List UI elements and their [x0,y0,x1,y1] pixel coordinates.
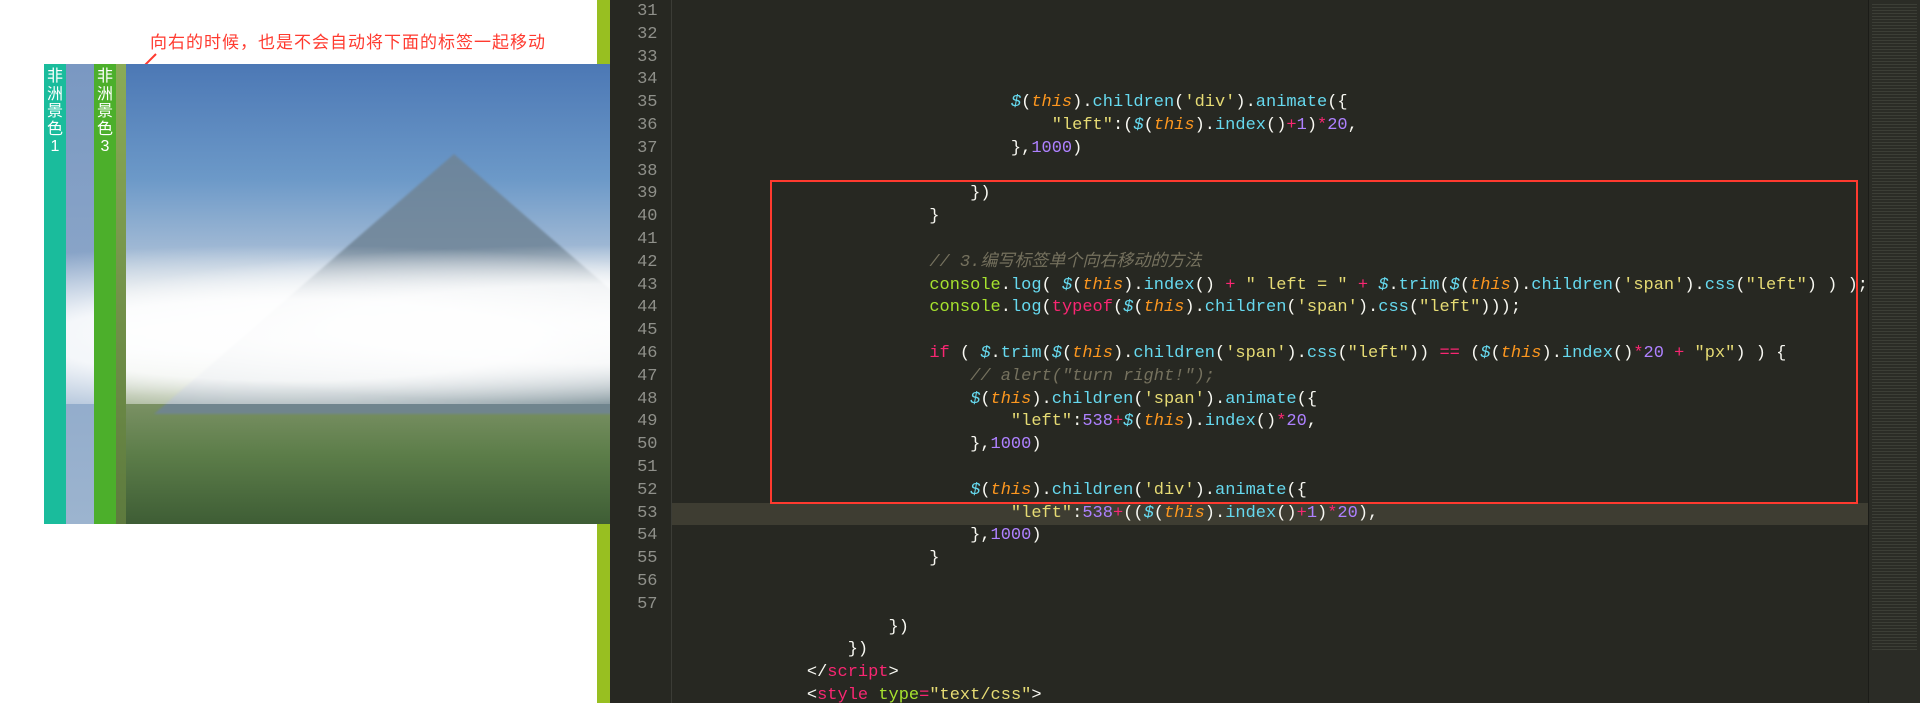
code-line[interactable] [684,571,1868,594]
code-line[interactable]: console.log( $(this).index() + " left = … [684,275,1868,298]
code-line[interactable] [684,229,1868,252]
code-line[interactable]: },1000) [684,434,1868,457]
code-line[interactable]: $(this).children('span').animate({ [684,389,1868,412]
editor-line-numbers: 3132333435363738394041424344454647484950… [610,0,672,703]
code-line[interactable]: },1000) [684,525,1868,548]
code-line[interactable]: "left":538+$(this).index()*20, [684,411,1868,434]
code-line[interactable] [684,457,1868,480]
code-line[interactable]: }) [684,183,1868,206]
slider-tab-1[interactable]: 非洲景色1 [44,64,66,524]
code-line[interactable] [684,320,1868,343]
code-editor[interactable]: 3132333435363738394041424344454647484950… [610,0,1920,703]
slider-tab-3-label: 非洲景色3 [94,68,116,156]
code-line[interactable]: }) [684,617,1868,640]
editor-code-area[interactable]: $(this).children('div').animate({ "left"… [672,0,1868,703]
code-line[interactable]: },1000) [684,138,1868,161]
slider-tab-1-label: 非洲景色1 [44,68,66,156]
code-line[interactable]: } [684,206,1868,229]
code-line[interactable] [684,594,1868,617]
code-line[interactable]: console.log(typeof($(this).children('spa… [684,297,1868,320]
browser-preview-pane: 向右的时候，也是不会自动将下面的标签一起移动 非洲景色1 非洲景色3 非洲景色4… [0,0,597,703]
slider-panel-3-edge [116,64,126,524]
code-line[interactable]: "left":538+(($(this).index()+1)*20), [684,503,1868,526]
code-line[interactable] [684,161,1868,184]
annotation-text: 向右的时候，也是不会自动将下面的标签一起移动 [150,28,546,53]
code-line[interactable]: $(this).children('div').animate({ [684,480,1868,503]
editor-minimap[interactable] [1868,0,1920,703]
code-line[interactable]: } [684,548,1868,571]
code-line[interactable]: $(this).children('div').animate({ [684,92,1868,115]
code-line[interactable]: // alert("turn right!"); [684,366,1868,389]
code-line[interactable]: }) [684,639,1868,662]
code-line[interactable]: </script> [684,662,1868,685]
code-line[interactable]: // 3.编写标签单个向右移动的方法 [684,252,1868,275]
code-line[interactable]: "left":($(this).index()+1)*20, [684,115,1868,138]
slider-tab-3[interactable]: 非洲景色3 [94,64,116,524]
code-line[interactable]: <style type="text/css"> [684,685,1868,708]
code-line[interactable]: if ( $.trim($(this).children('span').css… [684,343,1868,366]
